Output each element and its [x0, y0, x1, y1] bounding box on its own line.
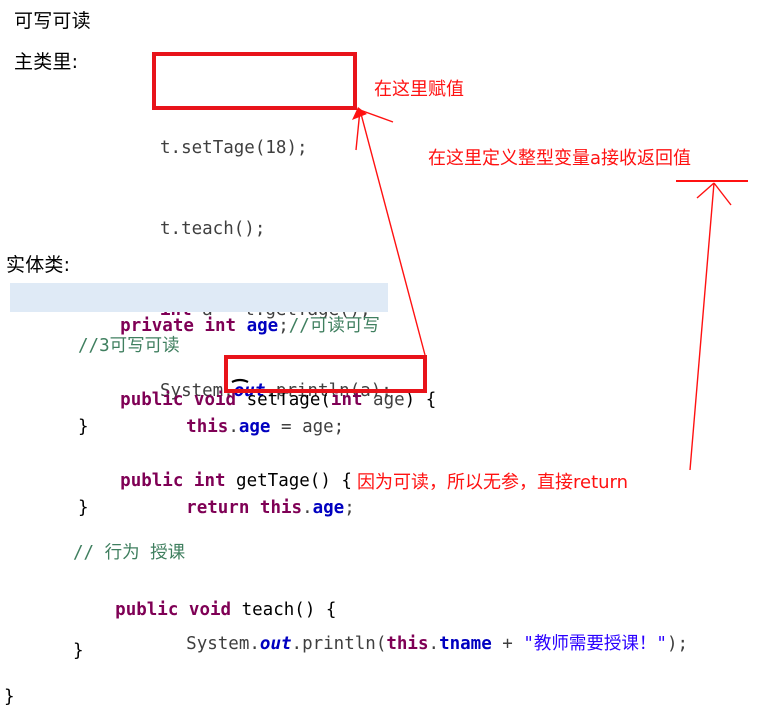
code-line-teach-body: System.out.println(this.tname + "教师需要授课！…: [186, 634, 689, 654]
code-text: t: [160, 138, 171, 158]
annotation-assign-here: 在这里赋值: [374, 79, 464, 100]
set-tage-call-box: [152, 52, 357, 110]
set-tage-signature-box: [224, 355, 427, 393]
page-title: 可写可读: [14, 10, 91, 32]
code-close-brace-teach: }: [73, 641, 84, 661]
code-close-brace-setter: }: [78, 417, 89, 437]
code-comment-behavior: // 行为 授课: [73, 543, 186, 563]
entity-class-label: 实体类:: [6, 254, 71, 276]
code-close-brace-getter: }: [78, 498, 89, 518]
code-line-settage-call: t.setTage(18);: [160, 138, 308, 158]
code-line-getter-body: return this.age;: [186, 498, 355, 518]
code-close-brace-class: }: [4, 687, 15, 707]
annotation-define-int-var: 在这里定义整型变量a接收返回值: [428, 148, 692, 169]
slide-canvas: 可写可读 主类里: 实体类: t.setTage(18); t.teach();…: [0, 0, 761, 718]
annotation-readable-no-param: 因为可读，所以无参，直接return: [357, 472, 629, 493]
arrow-return-link: [689, 182, 732, 471]
code-line-teach-call: t.teach();: [160, 219, 266, 239]
code-comment-3: //3可写可读: [78, 336, 180, 356]
main-class-label: 主类里:: [14, 51, 79, 73]
